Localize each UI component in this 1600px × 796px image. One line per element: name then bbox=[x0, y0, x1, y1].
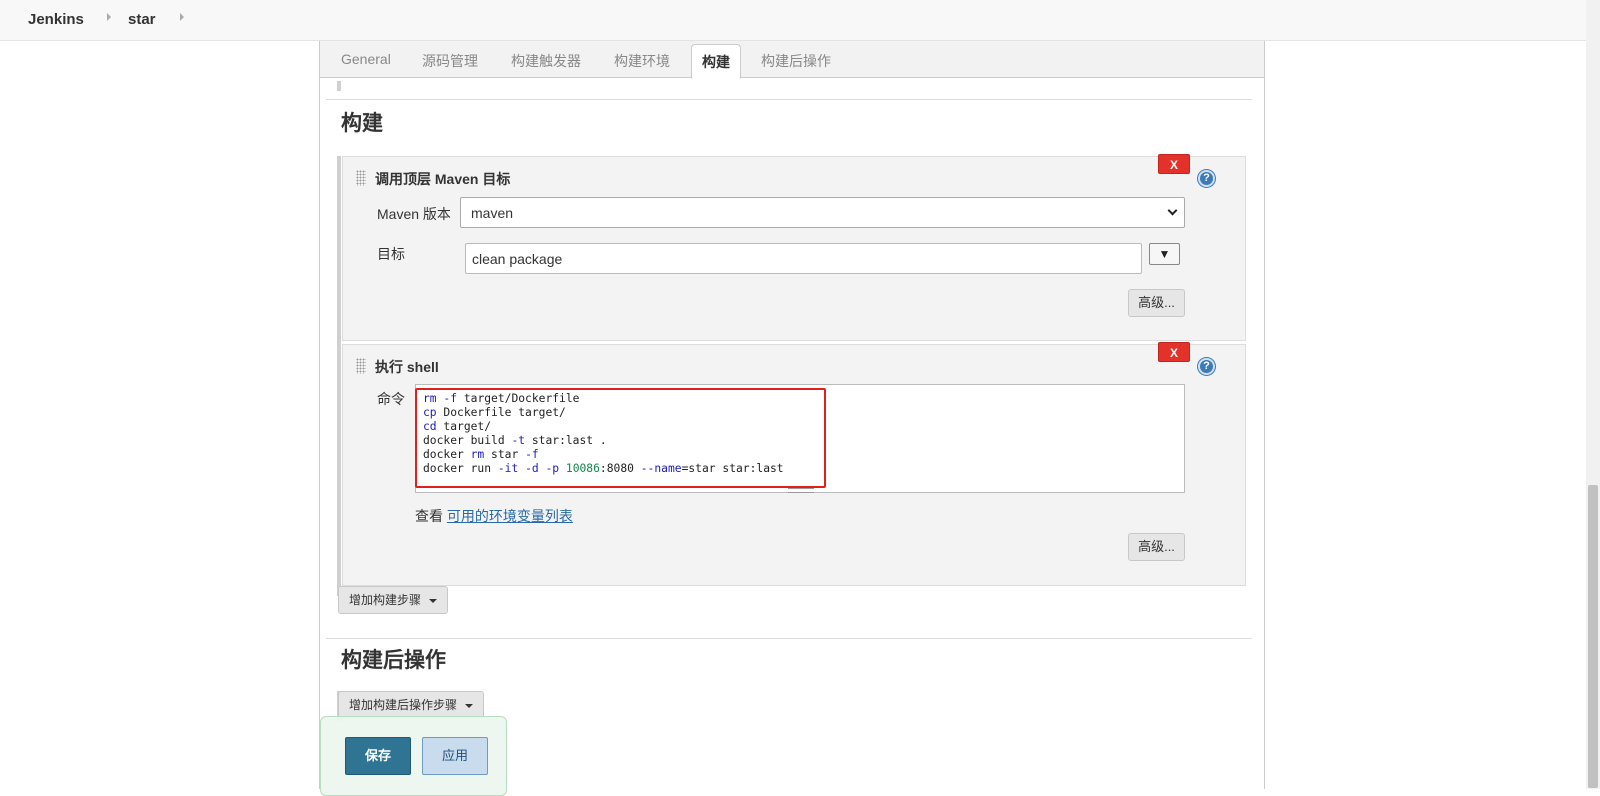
tab-general[interactable]: General bbox=[341, 51, 391, 67]
maven-version-value: maven bbox=[471, 205, 514, 221]
env-vars-hint: 查看 可用的环境变量列表 bbox=[415, 506, 573, 526]
add-build-step-button[interactable]: 增加构建步骤 bbox=[338, 586, 449, 614]
config-panel: General 源码管理 构建触发器 构建环境 构建 构建后操作 构建 调用顶层… bbox=[319, 41, 1265, 789]
tab-build[interactable]: 构建 bbox=[691, 44, 741, 79]
highlight-frame bbox=[415, 388, 826, 488]
goals-label: 目标 bbox=[377, 246, 405, 262]
chevron-down-icon bbox=[1167, 205, 1178, 216]
form-actions-bar: 保存 应用 bbox=[320, 716, 507, 796]
shell-build-step: 执行 shell X ? 命令 rm -f target/Dockerfile c… bbox=[342, 342, 1246, 586]
command-label: 命令 bbox=[377, 391, 405, 407]
add-build-step-label: 增加构建步骤 bbox=[349, 593, 422, 607]
shell-advanced-button[interactable]: 高级... bbox=[1128, 533, 1185, 561]
drag-handle-icon[interactable] bbox=[356, 170, 366, 186]
scrollbar-thumb[interactable] bbox=[1588, 485, 1598, 788]
breadcrumb-arrow-icon[interactable] bbox=[107, 13, 111, 21]
divider bbox=[326, 638, 1252, 639]
tab-post-build[interactable]: 构建后操作 bbox=[761, 51, 831, 71]
shell-step-title: 执行 shell bbox=[375, 359, 439, 375]
env-vars-link[interactable]: 可用的环境变量列表 bbox=[447, 508, 573, 524]
resize-handle-icon[interactable] bbox=[788, 488, 814, 493]
caret-down-icon bbox=[429, 598, 438, 603]
help-icon[interactable]: ? bbox=[1198, 170, 1215, 187]
add-post-build-step-button[interactable]: 增加构建后操作步骤 bbox=[338, 691, 485, 719]
breadcrumb-job[interactable]: star bbox=[128, 11, 156, 28]
maven-step-title: 调用顶层 Maven 目标 bbox=[375, 171, 511, 187]
breadcrumb-jenkins[interactable]: Jenkins bbox=[28, 11, 84, 28]
apply-button[interactable]: 应用 bbox=[422, 737, 488, 775]
expand-goals-button[interactable]: ▼ bbox=[1149, 243, 1180, 265]
drag-handle-icon[interactable] bbox=[356, 358, 366, 374]
env-prefix: 查看 bbox=[415, 508, 443, 524]
maven-version-label: Maven 版本 bbox=[377, 206, 451, 222]
delete-maven-step-button[interactable]: X bbox=[1158, 154, 1190, 174]
delete-shell-step-button[interactable]: X bbox=[1158, 342, 1190, 362]
post-build-section-title: 构建后操作 bbox=[341, 649, 446, 672]
help-icon[interactable]: ? bbox=[1198, 358, 1215, 375]
breadcrumb-bar: Jenkins star bbox=[0, 0, 1600, 41]
build-section-title: 构建 bbox=[341, 112, 383, 135]
tab-build-triggers[interactable]: 构建触发器 bbox=[511, 51, 581, 71]
tab-build-environment[interactable]: 构建环境 bbox=[614, 51, 670, 71]
section-marker bbox=[337, 81, 341, 91]
build-steps-bar bbox=[337, 156, 341, 596]
page-scrollbar[interactable] bbox=[1586, 0, 1600, 789]
tab-bar: General 源码管理 构建触发器 构建环境 构建 构建后操作 bbox=[320, 41, 1264, 79]
tab-source-control[interactable]: 源码管理 bbox=[422, 51, 478, 71]
divider bbox=[326, 99, 1252, 100]
goals-input[interactable]: clean package bbox=[465, 243, 1142, 274]
breadcrumb-arrow-icon[interactable] bbox=[180, 13, 184, 21]
save-button[interactable]: 保存 bbox=[345, 737, 411, 775]
caret-down-icon bbox=[465, 703, 474, 708]
maven-version-select[interactable]: maven bbox=[460, 197, 1185, 228]
add-post-build-step-label: 增加构建后操作步骤 bbox=[349, 698, 458, 712]
maven-advanced-button[interactable]: 高级... bbox=[1128, 289, 1185, 317]
maven-build-step: 调用顶层 Maven 目标 X ? Maven 版本 maven 目标 clea… bbox=[342, 154, 1246, 341]
